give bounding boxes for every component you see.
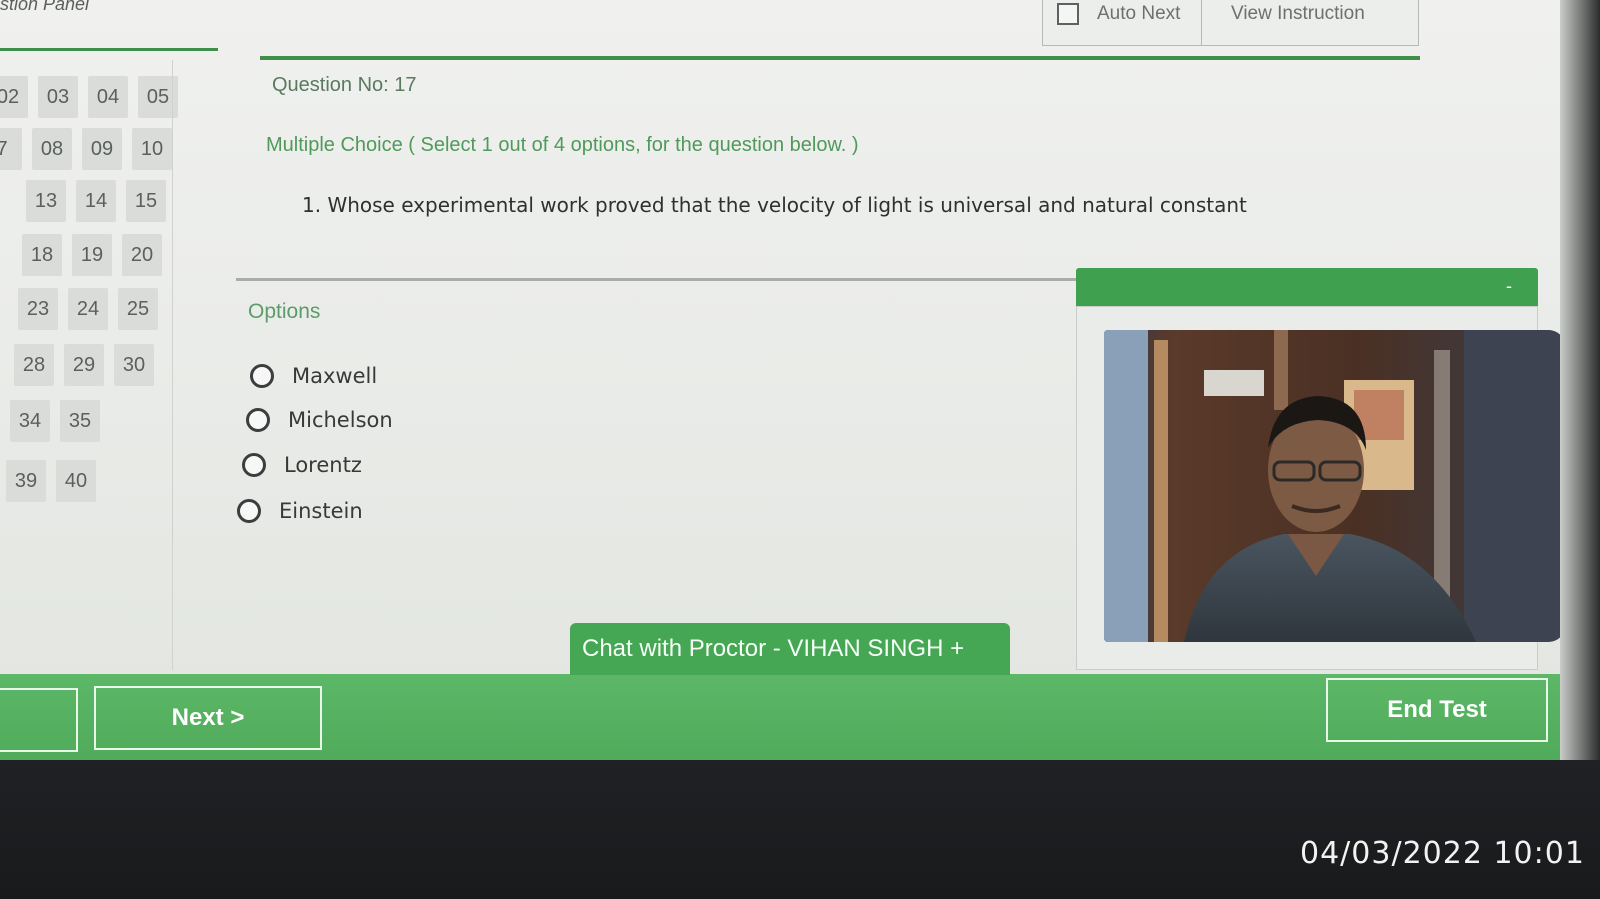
option-lorentz[interactable]: Lorentz [242,453,362,477]
question-number-button[interactable]: 7 [0,128,22,170]
view-instruction-button[interactable]: View Instruction [1231,3,1365,25]
photo-timestamp: 04/03/2022 10:01 [1300,836,1585,871]
question-number-button[interactable]: 24 [68,288,108,330]
question-number-button[interactable]: 40 [56,460,96,502]
option-einstein[interactable]: Einstein [237,499,363,523]
question-number-button[interactable]: 23 [18,288,58,330]
auto-next-label[interactable]: Auto Next [1097,3,1180,25]
radio-button[interactable] [246,408,270,432]
exam-screen: stion Panel 02 03 04 05 7 08 09 10 13 14 15 18 19 20 2… [0,0,1600,899]
question-panel-rule [0,48,218,51]
question-number-button[interactable]: 28 [14,344,54,386]
monitor-bezel [1560,0,1600,760]
question-number-button[interactable]: 34 [10,400,50,442]
end-test-button[interactable]: End Test [1326,678,1548,742]
option-label: Michelson [288,408,393,432]
question-number-button[interactable]: 08 [32,128,72,170]
question-number-button[interactable]: 02 [0,76,28,118]
webcam-video [1104,330,1566,642]
question-number-button[interactable]: 30 [114,344,154,386]
question-number-button[interactable]: 13 [26,180,66,222]
question-number-button[interactable]: 15 [126,180,166,222]
radio-button[interactable] [250,364,274,388]
options-heading: Options [248,300,321,323]
option-label: Einstein [279,499,363,523]
auto-next-checkbox[interactable] [1057,3,1079,25]
next-button[interactable]: Next > [94,686,322,750]
question-panel-title: stion Panel [0,0,90,14]
webcam-header[interactable]: - [1076,268,1538,306]
radio-button[interactable] [237,499,261,523]
webcam-feed-image [1104,330,1566,642]
question-text: 1. Whose experimental work proved that t… [302,193,1247,217]
chat-with-proctor-tab[interactable]: Chat with Proctor - VIHAN SINGH + [570,623,1010,675]
question-number-button[interactable]: 14 [76,180,116,222]
radio-button[interactable] [242,453,266,477]
option-label: Maxwell [292,364,378,388]
header-rule [260,56,1420,60]
question-number-button[interactable]: 10 [132,128,172,170]
question-number-button[interactable]: 04 [88,76,128,118]
question-number-button[interactable]: 09 [82,128,122,170]
monitor-bottom [0,760,1600,899]
panel-divider [172,60,173,670]
question-number-button[interactable]: 20 [122,234,162,276]
top-controls-separator [1201,0,1202,45]
question-number-button[interactable]: 25 [118,288,158,330]
question-number: Question No: 17 [272,74,417,96]
question-number-button[interactable]: 18 [22,234,62,276]
previous-button[interactable] [0,688,78,752]
option-maxwell[interactable]: Maxwell [250,364,377,388]
question-type-label: Multiple Choice ( Select 1 out of 4 opti… [266,134,859,156]
top-controls: Auto Next View Instruction [1042,0,1419,46]
option-michelson[interactable]: Michelson [246,408,393,432]
question-divider [236,278,1076,281]
minimize-icon[interactable]: - [1506,276,1512,297]
question-number-button[interactable]: 35 [60,400,100,442]
question-number-button[interactable]: 03 [38,76,78,118]
question-number-button[interactable]: 39 [6,460,46,502]
question-number-button[interactable]: 19 [72,234,112,276]
option-label: Lorentz [284,453,362,477]
question-number-button[interactable]: 29 [64,344,104,386]
